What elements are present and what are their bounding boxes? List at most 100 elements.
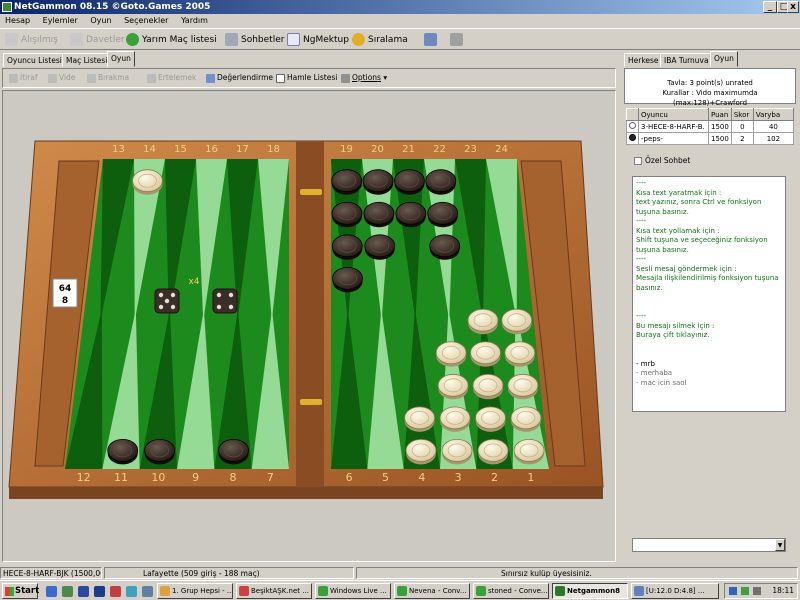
menu-secenekler[interactable]: Seçenekler [119, 14, 173, 28]
cube-value-top: 64 [59, 284, 72, 294]
options-icon [341, 73, 350, 83]
menu-eylemler[interactable]: Eylemler [38, 14, 83, 28]
point-label-16: 16 [205, 144, 218, 155]
menu-hesap[interactable]: Hesap [0, 14, 35, 28]
tab-iba-tournament[interactable]: IBA Turnuva [660, 53, 713, 67]
itiraf-button[interactable]: İtiraf [9, 73, 38, 83]
close-button[interactable]: x [787, 1, 799, 13]
start-button[interactable]: Start [2, 583, 39, 599]
task-torrent[interactable]: [U:12.0 D:4.8] ... [631, 583, 719, 599]
light-checker-point-2 [475, 406, 506, 430]
right-tab-strip: Herkese IBA Turnuva Oyun [624, 51, 796, 67]
davetler-button[interactable]: Davetler [70, 32, 125, 48]
dice-multiplier: x4 [188, 277, 199, 287]
task-netgammon[interactable]: Netgammon8 [552, 583, 628, 599]
ranking-button[interactable]: Sıralama [352, 32, 408, 48]
half-match-list-button[interactable]: Yarım Maç listesi [126, 32, 217, 48]
tab-everyone[interactable]: Herkese [624, 53, 663, 67]
match-info: Tavla: 3 point(s) unrated Kurallar : Vid… [624, 68, 796, 107]
board-area: 13 14 15 16 17 18 19 20 21 22 23 24 12 11 10 9 8 7 6 5 4 3 2 1 … [2, 90, 616, 562]
ie-icon[interactable] [46, 586, 57, 597]
postpone-button[interactable]: Ertelemek [147, 73, 196, 83]
double-button[interactable]: Vide [48, 73, 75, 83]
connect-button[interactable] [450, 32, 466, 48]
tab-game-chat[interactable]: Oyun [710, 51, 738, 67]
menu-oyun[interactable]: Oyun [85, 14, 116, 28]
cube-value-bottom: 8 [62, 296, 68, 306]
chat-line [636, 293, 782, 303]
hinge-icon [300, 189, 322, 195]
messenger-tray-icon[interactable] [741, 587, 749, 595]
chat-log[interactable]: ---- Kısa text yaratmak için : text yazını… [632, 176, 786, 412]
right-panel: Tavla: 3 point(s) unrated Kurallar : Vid… [624, 68, 796, 558]
tab-game[interactable]: Oyun [107, 51, 135, 67]
header-rating[interactable]: Puan [708, 108, 732, 121]
point-label-3: 3 [455, 471, 462, 484]
task-besiktask[interactable]: BeşiktAŞK.net ... [236, 583, 312, 599]
media-player-icon[interactable] [94, 586, 105, 597]
dark-checker-point-22 [427, 201, 459, 225]
point-label-19: 19 [340, 144, 353, 155]
messenger-icon[interactable] [126, 586, 137, 597]
point-label-10: 10 [151, 471, 165, 484]
die-pip [164, 298, 170, 304]
point-label-21: 21 [402, 144, 415, 155]
options-button[interactable]: Options ▾ [341, 73, 387, 83]
menu-yardim[interactable]: Yardım [176, 14, 213, 28]
task-nevena[interactable]: Nevena - Conv... [394, 583, 470, 599]
tab-match-list[interactable]: Maç Listesi [62, 53, 112, 67]
chevron-down-icon[interactable]: ▼ [775, 539, 785, 551]
task-stoned[interactable]: stoned - Conve... [473, 583, 549, 599]
chat-line: - merhaba [636, 369, 673, 377]
netgammon-icon [555, 586, 565, 596]
chat-line: Sesli mesaj göndermek için : [636, 264, 737, 273]
alisilmis-button[interactable]: Alışılmış [5, 32, 58, 48]
tab-player-list[interactable]: Oyuncu Listesi [3, 53, 66, 67]
folder-icon[interactable] [142, 586, 153, 597]
move-list-button[interactable]: Hamle Listesi [276, 73, 337, 83]
chat-people-icon [225, 33, 238, 46]
messenger-icon [318, 586, 328, 596]
status-server: Lafayette (509 giriş - 188 maç) [104, 567, 354, 579]
calendar-button[interactable] [424, 32, 440, 48]
outlook-icon[interactable] [78, 586, 89, 597]
volume-icon[interactable] [753, 587, 761, 595]
point-label-14: 14 [143, 144, 156, 155]
calendar-icon [424, 33, 437, 46]
quicklaunch-icon[interactable] [110, 586, 121, 597]
chat-line: Kısa text yollamak için : [636, 226, 720, 235]
folder-icon [160, 586, 170, 596]
hinge-icon [300, 399, 322, 405]
die-pip [158, 304, 164, 310]
table-row[interactable]: -peps- 1500 2 102 [626, 132, 795, 145]
title-bar: NetGammon 08.15 ©Goto.Games 2005 _ □ x [0, 0, 800, 14]
private-chat-checkbox[interactable]: Özel Sohbet [634, 156, 690, 165]
die-pip [216, 304, 222, 310]
backgammon-board[interactable]: 13 14 15 16 17 18 19 20 21 22 23 2412 11 10 9 8 7 6 5 4 3 2 1 … [3, 91, 615, 561]
header-varyba[interactable]: Varyba [752, 108, 795, 121]
minimize-button[interactable]: _ [763, 1, 777, 13]
light-checker-point-3 [435, 341, 467, 365]
task-grup-hepsi[interactable]: 1. Grup Hepsi - ... [157, 583, 233, 599]
resign-button[interactable]: Bırakma [87, 73, 129, 83]
chat-input[interactable]: ▼ [632, 538, 786, 552]
desktop-icon[interactable] [62, 586, 73, 597]
light-checker-point-1 [504, 341, 536, 365]
header-score[interactable]: Skor [730, 108, 754, 121]
clock[interactable]: 18:11 [772, 586, 794, 595]
header-player[interactable]: Oyuncu [638, 108, 709, 121]
dark-player-indicator [626, 132, 639, 145]
chat-line: - mac icin saol [636, 378, 687, 387]
network-icon[interactable] [729, 587, 737, 595]
chats-button[interactable]: Sohbetler [225, 32, 284, 48]
invite-icon [70, 33, 83, 46]
chat-line: ---- [636, 179, 647, 187]
light-checker-point-1 [510, 406, 542, 430]
conversation-icon [476, 586, 486, 596]
table-row[interactable]: 3-HECE-8-HARF-B. 1500 0 40 [626, 120, 795, 133]
system-tray: 18:11 [724, 583, 798, 599]
evaluation-button[interactable]: Değerlendirme [206, 73, 273, 83]
ngmektup-button[interactable]: NgMektup [287, 32, 349, 48]
flag-icon [9, 73, 18, 83]
task-windows-live[interactable]: Windows Live ... [315, 583, 391, 599]
